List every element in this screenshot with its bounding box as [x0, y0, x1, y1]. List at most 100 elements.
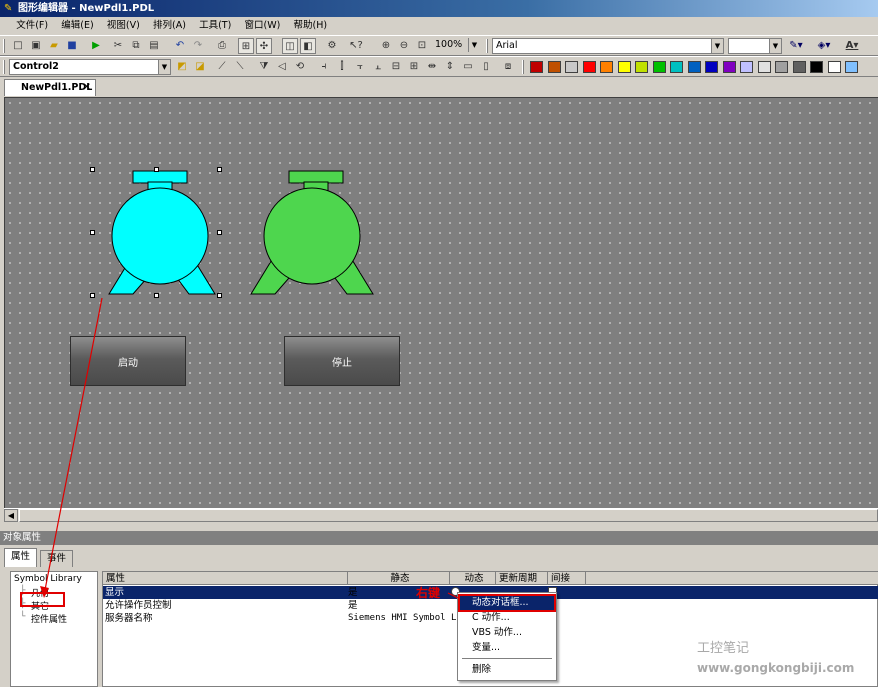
menu-help[interactable]: 帮助(H): [289, 17, 333, 35]
start-button[interactable]: 启动: [70, 336, 186, 386]
color-swatch[interactable]: [600, 61, 613, 73]
align-left-icon[interactable]: ⫞: [316, 59, 332, 75]
object-selector-combo[interactable]: Control2 ▼: [9, 59, 171, 75]
align-center-icon[interactable]: ⫿: [334, 59, 350, 75]
selection-handle[interactable]: [154, 167, 159, 172]
zoom-combo[interactable]: 100% ▼: [432, 38, 480, 54]
property-static[interactable]: 是: [348, 586, 358, 599]
color-swatch[interactable]: [617, 61, 631, 73]
selection-handle[interactable]: [90, 230, 95, 235]
flip-icon[interactable]: ⧩: [256, 59, 272, 75]
grid-icon[interactable]: ⊞: [238, 38, 254, 54]
chevron-down-icon[interactable]: ▼: [769, 39, 781, 53]
tree-item-control-properties[interactable]: 控件属性: [31, 612, 67, 625]
rotate-icon[interactable]: ⟲: [292, 59, 308, 75]
color-swatch[interactable]: [670, 61, 683, 73]
space-v-icon[interactable]: ⇕: [442, 59, 458, 75]
line-color-icon[interactable]: ✎▾: [788, 38, 804, 54]
color-swatch[interactable]: [740, 61, 753, 73]
chevron-down-icon[interactable]: ▼: [468, 38, 480, 52]
selection-handle[interactable]: [90, 293, 95, 298]
panel-icon[interactable]: ◧: [300, 38, 316, 54]
selection-handle[interactable]: [154, 293, 159, 298]
col-property[interactable]: 属性: [103, 572, 348, 585]
new-file-icon[interactable]: □: [10, 38, 26, 54]
color-swatch[interactable]: [705, 61, 718, 73]
space-h-icon[interactable]: ⇹: [424, 59, 440, 75]
scroll-left-icon[interactable]: ◀: [4, 509, 18, 522]
color-swatch[interactable]: [530, 61, 543, 73]
stop-button[interactable]: 停止: [284, 336, 400, 386]
col-indirect[interactable]: 间接: [548, 572, 586, 585]
mirror-icon[interactable]: ◁: [274, 59, 290, 75]
property-static[interactable]: Siemens HMI Symbol L: [348, 612, 456, 625]
bring-front-icon[interactable]: ◩: [174, 59, 190, 75]
zoom-out-icon[interactable]: ⊖: [396, 38, 412, 54]
horizontal-scrollbar[interactable]: ◀: [4, 508, 878, 522]
font-combo[interactable]: Arial ▼: [492, 38, 724, 54]
zoom-in-icon[interactable]: ⊕: [378, 38, 394, 54]
selection-handle[interactable]: [217, 293, 222, 298]
help-pointer-icon[interactable]: ↖?: [348, 38, 364, 54]
chevron-down-icon[interactable]: ▼: [158, 60, 170, 74]
drawing-canvas[interactable]: 启动 停止: [4, 97, 878, 508]
color-swatch[interactable]: [565, 61, 578, 73]
menu-arrange[interactable]: 排列(A): [148, 17, 191, 35]
center-v-icon[interactable]: ⊞: [406, 59, 422, 75]
selection-handle[interactable]: [90, 167, 95, 172]
tree-root[interactable]: Symbol Library: [14, 574, 82, 584]
redo-icon[interactable]: ↷: [190, 38, 206, 54]
property-static[interactable]: 是: [348, 599, 358, 612]
menu-tools[interactable]: 工具(T): [194, 17, 236, 35]
pump-symbol-2[interactable]: [245, 168, 377, 300]
object-props-icon[interactable]: ⚙: [324, 38, 340, 54]
menu-item-vbs-action[interactable]: VBS 动作...: [460, 626, 554, 640]
tool-b-icon[interactable]: ⟍: [232, 59, 248, 75]
tool-a-icon[interactable]: ⟋: [214, 59, 230, 75]
close-icon[interactable]: ✕: [83, 80, 91, 96]
send-back-icon[interactable]: ◪: [192, 59, 208, 75]
menu-item-delete[interactable]: 删除: [460, 663, 554, 677]
menu-item-c-action[interactable]: C 动作...: [460, 611, 554, 625]
zoom-fit-icon[interactable]: ⊡: [414, 38, 430, 54]
align-bottom-icon[interactable]: ⫠: [370, 59, 386, 75]
new-project-icon[interactable]: ▣: [28, 38, 44, 54]
tab-document[interactable]: NewPdl1.PDL ✕: [4, 79, 96, 96]
menu-view[interactable]: 视图(V): [102, 17, 145, 35]
color-swatch[interactable]: [687, 61, 701, 73]
center-h-icon[interactable]: ⊟: [388, 59, 404, 75]
font-size-combo[interactable]: ▼: [728, 38, 782, 54]
fill-color-icon[interactable]: ◈▾: [816, 38, 832, 54]
menu-edit[interactable]: 编辑(E): [56, 17, 98, 35]
color-swatch[interactable]: [722, 61, 736, 73]
same-height-icon[interactable]: ▯: [478, 59, 494, 75]
color-swatch[interactable]: [827, 61, 841, 73]
color-swatch[interactable]: [792, 61, 806, 73]
col-update-cycle[interactable]: 更新周期: [496, 572, 548, 585]
paste-icon[interactable]: ▤: [146, 38, 162, 54]
run-icon[interactable]: ▶: [88, 38, 104, 54]
layers-icon[interactable]: ◫: [282, 38, 298, 54]
tab-events[interactable]: 事件: [40, 550, 74, 567]
color-swatch[interactable]: [547, 61, 561, 73]
pump-symbol-1[interactable]: [89, 168, 221, 300]
color-swatch[interactable]: [775, 61, 788, 73]
color-swatch[interactable]: [810, 61, 823, 73]
selection-handle[interactable]: [217, 230, 222, 235]
snap-icon[interactable]: ✣: [256, 38, 272, 54]
color-swatch[interactable]: [757, 61, 771, 73]
toolbar-grip[interactable]: [3, 39, 5, 53]
menu-item-tag[interactable]: 变量...: [460, 641, 554, 655]
toolbar-grip[interactable]: [3, 60, 5, 74]
print-icon[interactable]: ⎙: [214, 38, 230, 54]
toolbar-grip[interactable]: [486, 39, 488, 53]
col-dynamic[interactable]: 动态: [450, 572, 496, 585]
copy-icon[interactable]: ⧉: [128, 38, 144, 54]
font-color-icon[interactable]: A▾: [844, 38, 860, 54]
color-swatch[interactable]: [635, 61, 648, 73]
menu-file[interactable]: 文件(F): [11, 17, 53, 35]
open-folder-icon[interactable]: ▰: [46, 38, 62, 54]
color-swatch[interactable]: [652, 61, 666, 73]
chevron-down-icon[interactable]: ▼: [711, 39, 723, 53]
color-swatch[interactable]: [845, 61, 858, 73]
